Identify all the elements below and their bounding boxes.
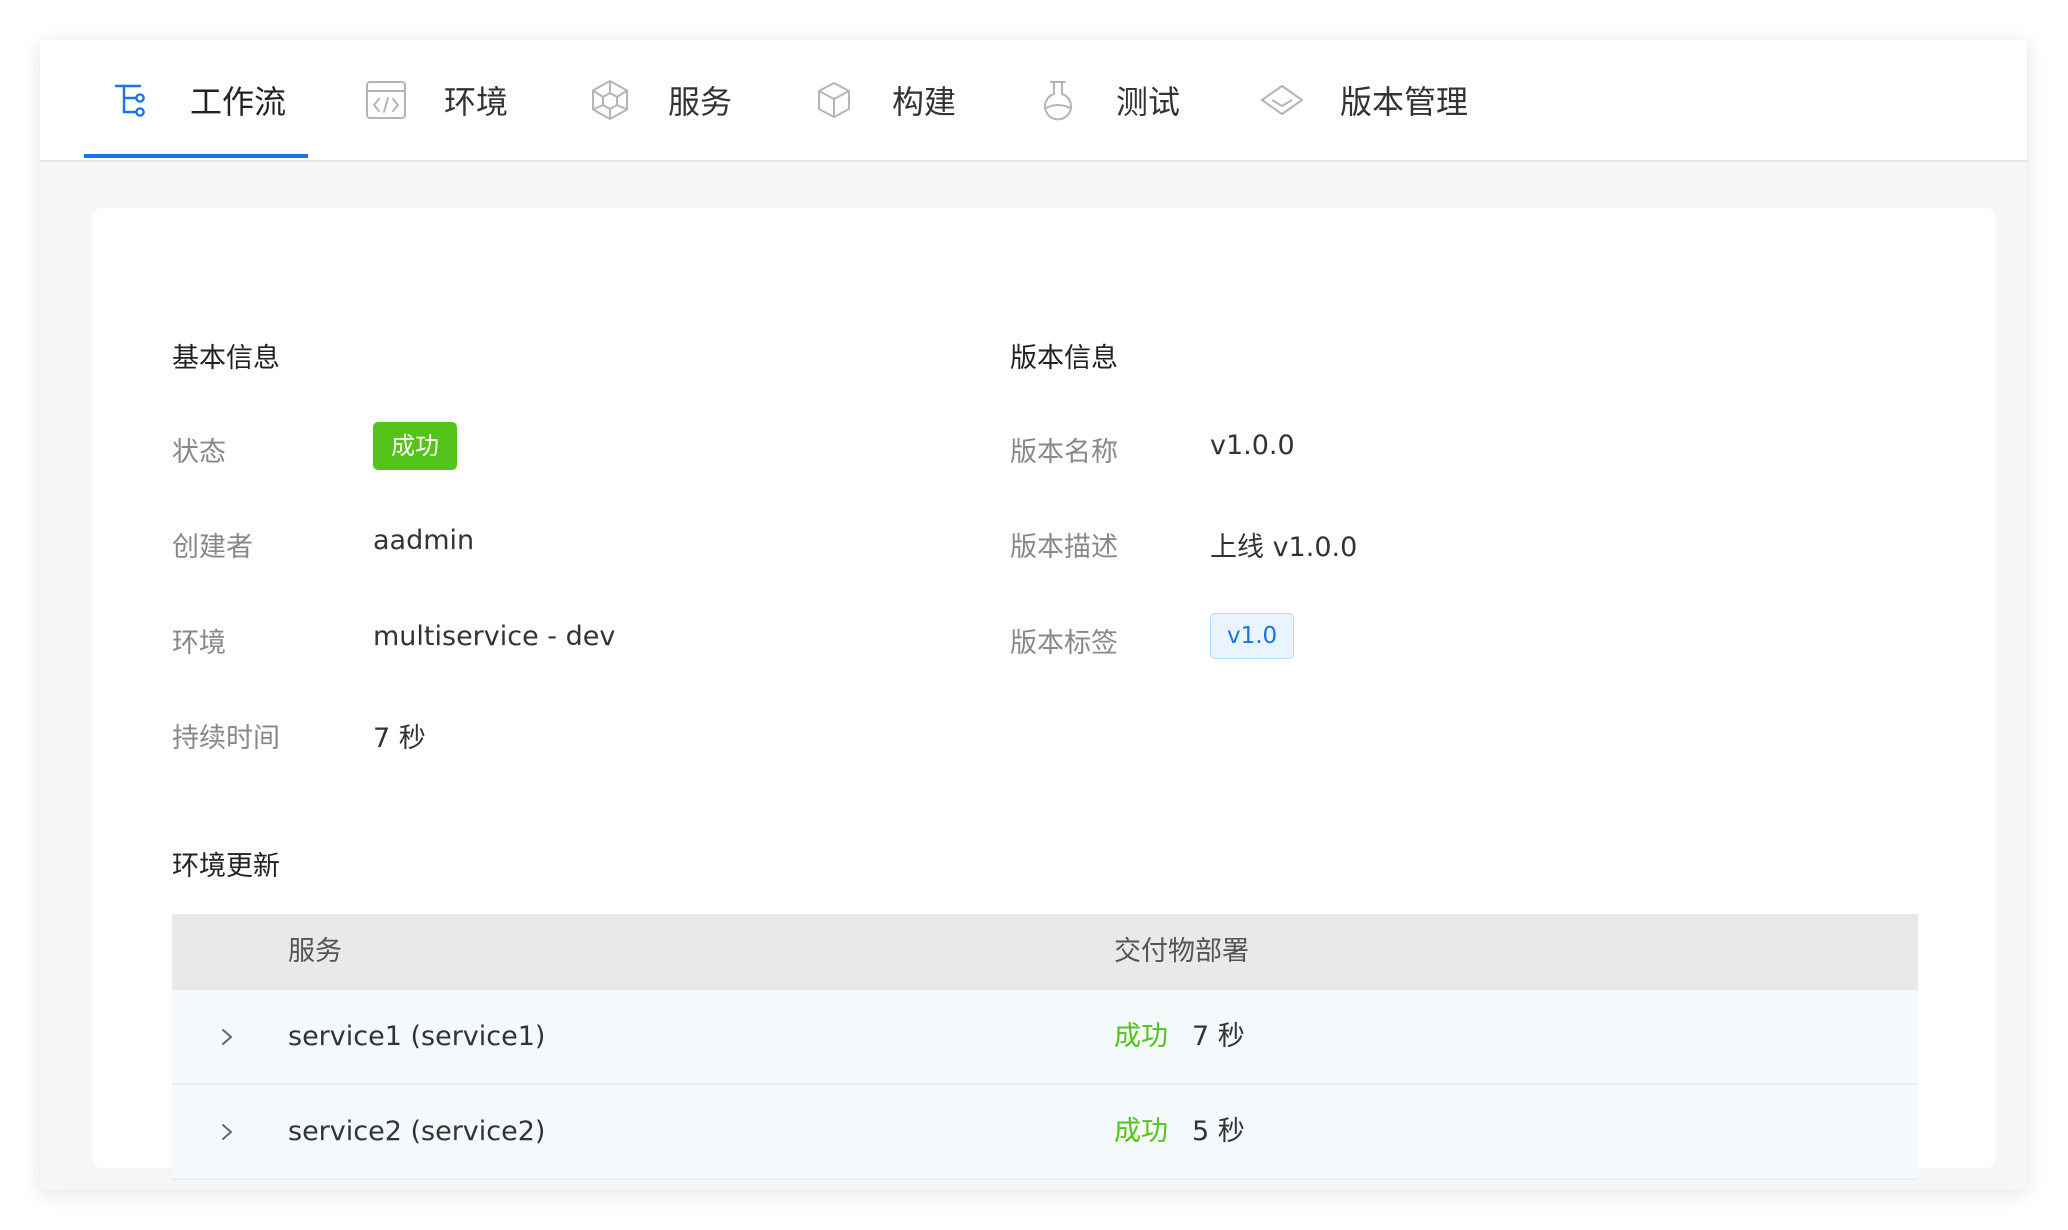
creator-value: aadmin — [373, 525, 475, 556]
tab-build-label: 构建 — [892, 83, 957, 121]
active-tab-indicator — [84, 154, 308, 158]
duration-value: 7 秒 — [373, 723, 426, 754]
tab-workflow-label: 工作流 — [190, 83, 287, 121]
deployment-status: 成功 — [1114, 1116, 1168, 1147]
deployment-status: 成功 — [1114, 1021, 1168, 1052]
tab-environment[interactable]: 环境 — [364, 40, 508, 160]
duration-label: 持续时间 — [172, 723, 280, 754]
version-tag: v1.0 — [1210, 613, 1295, 659]
top-navigation: 工作流 环境 服务 构建 测试 版本管理 — [40, 40, 2027, 162]
detail-card: 基本信息 状态 成功 创建者 aadmin 环境 multiservice - … — [92, 208, 1996, 1180]
table-header: 服务 交付物部署 — [172, 914, 1918, 990]
environment-update-table: 服务 交付物部署 service1 (service1) 成功 7 秒 serv… — [172, 914, 1918, 1180]
expand-row-button[interactable] — [212, 1117, 242, 1147]
tab-service[interactable]: 服务 — [588, 40, 732, 160]
version-tag-label: 版本标签 — [1010, 628, 1118, 659]
deployment-duration: 7 秒 — [1192, 1021, 1245, 1052]
status-badge: 成功 — [373, 422, 457, 470]
tab-test-label: 测试 — [1116, 83, 1181, 121]
environment-update-title: 环境更新 — [172, 851, 280, 882]
chevron-right-icon — [222, 1124, 232, 1140]
tab-version-management-label: 版本管理 — [1340, 83, 1469, 121]
version-description-label: 版本描述 — [1010, 532, 1118, 563]
cube-network-icon — [588, 78, 632, 122]
code-window-icon — [364, 78, 408, 122]
tab-environment-label: 环境 — [444, 83, 509, 121]
column-header-deployment: 交付物部署 — [1114, 936, 1249, 967]
version-description-value: 上线 v1.0.0 — [1210, 532, 1358, 563]
expand-row-button[interactable] — [212, 1022, 242, 1052]
column-header-service: 服务 — [288, 936, 342, 967]
table-row: service1 (service1) 成功 7 秒 — [172, 990, 1918, 1085]
basic-info-title: 基本信息 — [172, 343, 280, 374]
box-icon — [812, 78, 856, 122]
service-name: service2 (service2) — [288, 1116, 546, 1147]
environment-label: 环境 — [172, 628, 226, 659]
workflow-tree-icon — [110, 78, 154, 122]
status-label: 状态 — [172, 437, 226, 468]
table-row: service2 (service2) 成功 5 秒 — [172, 1085, 1918, 1180]
creator-label: 创建者 — [172, 532, 253, 563]
tab-workflow[interactable]: 工作流 — [110, 40, 286, 160]
version-name-label: 版本名称 — [1010, 437, 1118, 468]
tab-build[interactable]: 构建 — [812, 40, 956, 160]
version-name-value: v1.0.0 — [1210, 430, 1295, 461]
flask-icon — [1036, 78, 1080, 122]
app-window: 工作流 环境 服务 构建 测试 版本管理 基本信息 状态 成功 创建者 aadm… — [40, 40, 2027, 1190]
tab-service-label: 服务 — [668, 83, 733, 121]
tab-version-management[interactable]: 版本管理 — [1260, 40, 1468, 160]
deployment-duration: 5 秒 — [1192, 1116, 1245, 1147]
tag-diamond-icon — [1260, 78, 1304, 122]
environment-value: multiservice - dev — [373, 621, 616, 652]
service-name: service1 (service1) — [288, 1021, 546, 1052]
version-info-title: 版本信息 — [1010, 343, 1118, 374]
chevron-right-icon — [222, 1029, 232, 1045]
tab-test[interactable]: 测试 — [1036, 40, 1180, 160]
